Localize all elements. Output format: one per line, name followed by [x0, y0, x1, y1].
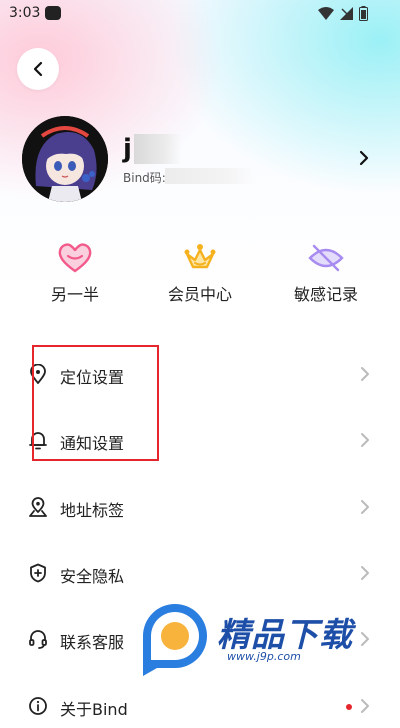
menu-item-label: 联系客服 — [60, 633, 125, 652]
status-bar: 3:03 — [0, 0, 400, 26]
info-icon — [29, 697, 47, 715]
menu-item-label: 地址标签 — [60, 501, 125, 520]
menu-item-label: 安全隐私 — [60, 567, 125, 586]
watermark-logo-icon — [143, 604, 207, 676]
heart-icon — [58, 243, 92, 273]
anime-avatar-icon — [22, 116, 108, 202]
menu-item-about-bind[interactable]: 关于Bind — [0, 684, 400, 728]
quick-actions: 另一半 会员中心 敏感记录 — [0, 240, 400, 310]
headset-icon — [29, 630, 47, 649]
quick-action-label: 另一半 — [50, 285, 99, 304]
bind-code-redaction — [165, 168, 255, 184]
quick-action-sensitive-records[interactable]: 敏感记录 — [276, 240, 376, 305]
eye-off-icon — [308, 244, 344, 272]
status-time: 3:03 — [9, 5, 41, 21]
name-redaction — [134, 134, 182, 164]
chevron-right-icon — [361, 699, 369, 713]
crown-icon — [184, 244, 216, 269]
wifi-icon — [318, 7, 334, 20]
chevron-right-icon — [361, 566, 369, 580]
chevron-right-icon — [361, 500, 369, 514]
quick-action-vip[interactable]: 会员中心 — [150, 240, 250, 305]
battery-icon — [359, 6, 368, 21]
status-icons — [318, 6, 368, 21]
watermark-url: www.j9p.com — [227, 650, 301, 663]
bind-code-label: Bind码: — [123, 171, 166, 185]
avatar[interactable] — [22, 116, 108, 202]
chevron-right-icon — [361, 433, 369, 447]
chevron-right-icon — [359, 150, 369, 166]
menu-item-address-tags[interactable]: 地址标签 — [0, 485, 400, 529]
chevron-left-icon — [33, 61, 43, 77]
profile-card[interactable]: j Bind码: — [22, 116, 382, 202]
back-button[interactable] — [17, 48, 59, 90]
watermark-title: 精品下载 — [217, 615, 353, 654]
chevron-right-icon — [361, 367, 369, 381]
quick-action-label: 会员中心 — [167, 285, 232, 304]
menu-item-label: 关于Bind — [60, 700, 128, 719]
notification-app-icon — [45, 6, 61, 20]
new-badge-dot — [346, 704, 352, 710]
watermark: 精品下载 www.j9p.com — [135, 598, 375, 678]
signal-icon — [340, 7, 353, 20]
quick-action-label: 敏感记录 — [293, 285, 358, 304]
profile-name: j — [123, 134, 132, 164]
highlight-annotation-box — [32, 345, 159, 461]
shield-icon — [30, 563, 46, 583]
menu-item-security-privacy[interactable]: 安全隐私 — [0, 551, 400, 595]
quick-action-partner[interactable]: 另一半 — [25, 240, 125, 305]
map-pin-icon — [29, 497, 47, 517]
